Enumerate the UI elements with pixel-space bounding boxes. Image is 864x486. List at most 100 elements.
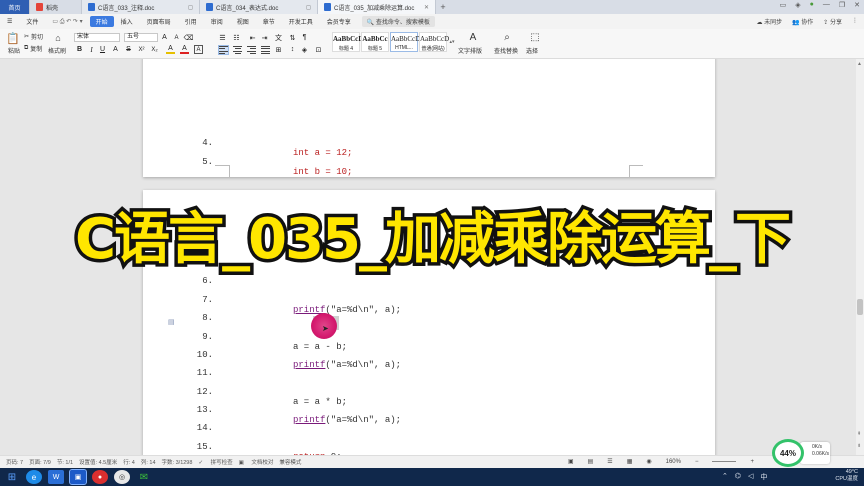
protect-eye-icon[interactable]: ◉ [646, 458, 651, 465]
collab-button[interactable]: 👥 协作 [792, 17, 813, 26]
recorder-icon[interactable]: ● [92, 470, 108, 484]
page-up-icon[interactable]: ⇞ [857, 431, 861, 437]
zoom-out-icon[interactable]: − [695, 459, 699, 465]
zoom-slider[interactable] [712, 461, 737, 462]
view-web-icon[interactable]: ▤ [588, 458, 594, 465]
numbering-icon[interactable]: ☷ [232, 33, 241, 42]
format-painter-button[interactable]: 格式刷 [48, 46, 66, 55]
text-effect-icon[interactable]: A [111, 45, 120, 54]
bold-icon[interactable]: B [75, 45, 84, 54]
find-replace-button[interactable]: 查找替换 [494, 46, 518, 55]
skin-icon[interactable]: ◈ [795, 1, 800, 9]
chinese-layout-icon[interactable]: 文 [274, 33, 283, 42]
italic-icon[interactable]: I [87, 45, 96, 54]
menu-insert[interactable]: 插入 [114, 17, 140, 26]
align-left-icon[interactable] [218, 45, 229, 55]
align-right-icon[interactable] [247, 46, 256, 54]
style-heading4[interactable]: AaBbCcDc 标题 4 [332, 32, 366, 52]
paragraph-handle-icon[interactable]: ▤ [168, 318, 175, 326]
select-icon[interactable]: ⬚ [528, 31, 542, 44]
browser-icon[interactable]: e [26, 470, 42, 484]
font-shrink-icon[interactable]: A [172, 33, 181, 42]
tab-doc-035[interactable]: C语言_035_加减乘除运算.doc ✕ [318, 0, 436, 14]
view-outline-icon[interactable]: ☰ [607, 458, 612, 465]
menu-layout[interactable]: 页面布局 [140, 17, 178, 26]
view-print-icon[interactable]: ▣ [568, 458, 574, 465]
tray-icons[interactable]: ⌃ ⌬ ◁ 中 [722, 472, 767, 482]
distribute-icon[interactable]: ⊞ [274, 45, 283, 54]
style-heading5[interactable]: AaBbCc 标题 5 [361, 32, 389, 52]
subscript-icon[interactable]: X₂ [150, 45, 159, 54]
find-icon[interactable]: ⌕ [500, 31, 514, 44]
justify-icon[interactable] [261, 46, 270, 54]
tray-expand-icon[interactable]: ⌃ [722, 472, 728, 482]
underline-icon[interactable]: U [98, 45, 107, 54]
network-icon[interactable]: ⌬ [735, 472, 741, 482]
style-normal-web[interactable]: AaBbCcD 普通(网站) [419, 32, 449, 52]
select-button[interactable]: 选择 [526, 46, 538, 55]
line-spacing-icon[interactable]: ↕ [288, 45, 297, 54]
char-border-icon[interactable]: A [194, 45, 203, 54]
format-painter-icon[interactable]: ⌂ [51, 32, 65, 44]
new-tab-button[interactable]: + [436, 0, 450, 14]
monitor-icon[interactable]: ▣ [69, 469, 87, 485]
text-tools-button[interactable]: 文字排版 [458, 46, 482, 55]
paste-button[interactable]: 粘贴 [5, 46, 23, 55]
volume-icon[interactable]: ◁ [748, 472, 753, 482]
indent-icon[interactable]: ⇥ [260, 33, 269, 42]
sync-button[interactable]: ☁ 未同步 [756, 17, 782, 26]
zoom-level[interactable]: 160% [666, 459, 681, 465]
show-marks-icon[interactable]: ¶ [300, 33, 309, 42]
shading-icon[interactable]: ◈ [300, 45, 309, 54]
highlight-icon[interactable]: A [166, 45, 175, 54]
borders-icon[interactable]: ⊡ [314, 45, 323, 54]
bullets-icon[interactable]: ☰ [218, 33, 227, 42]
scroll-up-icon[interactable]: ▲ [857, 61, 862, 67]
status-words[interactable]: 字数: 3/1298 [162, 458, 193, 466]
styles-scroll-icon[interactable]: ▴▾ [449, 32, 455, 52]
tab-close-icon[interactable]: ◻ [188, 4, 193, 11]
zoom-in-icon[interactable]: + [750, 459, 754, 465]
tab-home[interactable]: 首页 [0, 0, 30, 14]
clear-format-icon[interactable]: ⌫ [184, 33, 194, 42]
font-grow-icon[interactable]: A [160, 33, 169, 42]
tab-close-icon[interactable]: ◻ [306, 4, 311, 11]
hamburger-icon[interactable]: ☰ [0, 18, 19, 25]
layout-icon[interactable]: ▭ [780, 1, 787, 9]
strikethrough-icon[interactable]: S [124, 45, 133, 54]
spell-check-button[interactable]: ✓ 拼写检查 [198, 458, 232, 466]
menu-view[interactable]: 视图 [230, 17, 256, 26]
menu-chapter[interactable]: 章节 [256, 17, 282, 26]
menu-member[interactable]: 会员专享 [320, 17, 358, 26]
scroll-thumb[interactable] [857, 299, 863, 315]
sort-icon[interactable]: ⇅ [288, 33, 297, 42]
more-icon[interactable]: ⋮ [852, 17, 858, 26]
wechat-icon[interactable]: ✉ [136, 470, 152, 484]
menu-references[interactable]: 引用 [178, 17, 204, 26]
outdent-icon[interactable]: ⇤ [248, 33, 257, 42]
font-color-icon[interactable]: A [180, 45, 189, 54]
menu-home[interactable]: 开始 [89, 16, 114, 27]
menu-developer[interactable]: 开发工具 [282, 17, 320, 26]
close-icon[interactable]: ✕ [854, 1, 860, 9]
memory-usage-widget[interactable]: 44% [772, 439, 804, 467]
windows-start-icon[interactable]: ⊞ [4, 470, 20, 484]
paste-icon[interactable]: 📋 [6, 31, 20, 45]
maximize-icon[interactable]: ❐ [839, 1, 845, 9]
proof-button[interactable]: ▣ 文档校对 [239, 458, 274, 466]
text-tools-icon[interactable]: A [466, 31, 480, 44]
share-button[interactable]: ⇪ 分享 [823, 17, 842, 26]
tab-doc-034[interactable]: C语言_034_表达式.doc ◻ [200, 0, 318, 14]
view-read-icon[interactable]: ▦ [627, 458, 633, 465]
page-down-icon[interactable]: ⇟ [857, 443, 861, 449]
tab-docer[interactable]: 稻壳 [30, 0, 82, 14]
tab-doc-033[interactable]: C语言_033_注释.doc ◻ [82, 0, 200, 14]
app-icon[interactable]: ◎ [114, 470, 130, 484]
font-size-select[interactable]: 五号 [124, 33, 158, 42]
font-name-select[interactable]: 宋体 [74, 33, 120, 42]
avatar[interactable]: ● [810, 1, 814, 9]
page[interactable]: 4. int a = 12; 5. int b = 10; [143, 59, 715, 177]
superscript-icon[interactable]: X² [137, 45, 146, 54]
input-method-icon[interactable]: 中 [760, 472, 767, 482]
minimize-icon[interactable]: — [823, 1, 830, 9]
